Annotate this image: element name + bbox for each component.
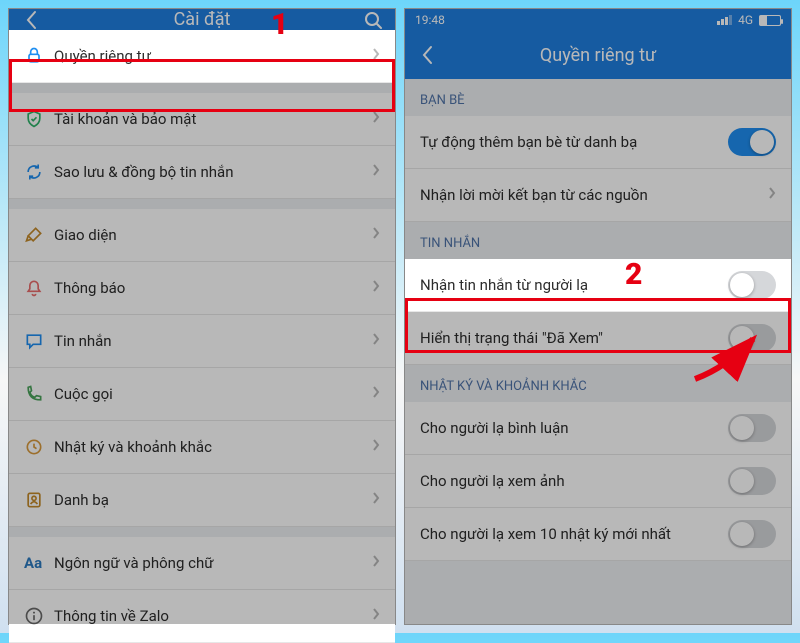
section-title-friends: BẠN BÈ [405, 79, 791, 116]
row-label: Cuộc gọi [54, 385, 372, 403]
settings-row-contacts[interactable]: Danh bạ [9, 474, 395, 527]
row-label: Nhật ký và khoảnh khắc [54, 438, 372, 456]
row-label: Cho người lạ bình luận [420, 419, 728, 437]
privacy-screen: 19:48 4G Quyền riêng tư 2 BẠN BÈTự động … [404, 8, 792, 625]
battery-icon [759, 15, 781, 26]
status-bar: 19:48 4G [405, 9, 791, 31]
brush-icon [24, 225, 54, 245]
row-label: Quyền riêng tư [54, 47, 372, 65]
sync-icon [24, 162, 54, 182]
lock-icon [24, 46, 54, 66]
section-title-messages: TIN NHẮN [405, 222, 791, 259]
privacy-row[interactable]: Cho người lạ xem ảnh [405, 455, 791, 508]
row-label: Giao diện [54, 226, 372, 244]
bell-icon [24, 278, 54, 298]
row-label: Hiển thị trạng thái "Đã Xem" [420, 329, 728, 347]
clock-icon [24, 437, 54, 457]
privacy-body: BẠN BÈ Tự động thêm bạn bè từ danh bạ Nhận… [405, 79, 791, 561]
contacts-icon [24, 490, 54, 510]
row-label: Cho người lạ xem 10 nhật ký mới nhất [420, 525, 728, 543]
settings-screen: Cài đặt 1 Quyền riêng tưTài khoản và bảo… [8, 8, 396, 625]
settings-row-info[interactable]: Thông tin về Zalo [9, 590, 395, 643]
back-button[interactable] [405, 45, 449, 65]
chevron-right-icon [372, 491, 380, 509]
settings-row-brush[interactable]: Giao diện [9, 209, 395, 262]
phone-icon [24, 384, 54, 404]
settings-row-font[interactable]: AaNgôn ngữ và phông chữ [9, 537, 395, 590]
signal-icon [717, 15, 732, 25]
settings-row-phone[interactable]: Cuộc gọi [9, 368, 395, 421]
chevron-right-icon [372, 226, 380, 244]
privacy-row[interactable]: Hiển thị trạng thái "Đã Xem" [405, 312, 791, 365]
chevron-right-icon [372, 279, 380, 297]
font-icon: Aa [24, 554, 54, 572]
privacy-row[interactable]: Tự động thêm bạn bè từ danh bạ [405, 116, 791, 169]
settings-row-shield[interactable]: Tài khoản và bảo mật [9, 93, 395, 146]
status-right: 4G [717, 13, 781, 27]
row-label: Thông báo [54, 279, 372, 297]
row-label: Danh bạ [54, 491, 372, 509]
chevron-left-icon [25, 10, 37, 30]
status-time: 19:48 [415, 13, 445, 27]
privacy-row[interactable]: Cho người lạ bình luận [405, 402, 791, 455]
row-label: Thông tin về Zalo [54, 607, 372, 625]
chevron-right-icon [372, 607, 380, 625]
page-title: Cài đặt [53, 9, 351, 30]
header: Quyền riêng tư [405, 31, 791, 79]
search-button[interactable] [351, 10, 395, 30]
row-label: Ngôn ngữ và phông chữ [54, 554, 372, 572]
chevron-right-icon [372, 385, 380, 403]
row-label: Nhận lời mời kết bạn từ các nguồn [420, 186, 768, 204]
row-label: Cho người lạ xem ảnh [420, 472, 728, 490]
row-label: Tự động thêm bạn bè từ danh bạ [420, 133, 728, 151]
chevron-right-icon [372, 438, 380, 456]
chevron-right-icon [372, 110, 380, 128]
toggle-switch[interactable] [728, 128, 776, 156]
back-button[interactable] [9, 10, 53, 30]
privacy-row[interactable]: Nhận tin nhắn từ người lạ [405, 259, 791, 312]
settings-row-lock[interactable]: Quyền riêng tư [9, 30, 395, 83]
privacy-row[interactable]: Nhận lời mời kết bạn từ các nguồn [405, 169, 791, 222]
network-label: 4G [738, 13, 753, 27]
chevron-left-icon [421, 45, 433, 65]
row-label: Tài khoản và bảo mật [54, 110, 372, 128]
row-label: Nhận tin nhắn từ người lạ [420, 276, 728, 294]
search-icon [363, 10, 383, 30]
section-title-diary: NHẬT KÝ VÀ KHOẢNH KHẮC [405, 365, 791, 402]
shield-icon [24, 109, 54, 129]
toggle-switch[interactable] [728, 467, 776, 495]
settings-row-bell[interactable]: Thông báo [9, 262, 395, 315]
row-label: Sao lưu & đồng bộ tin nhắn [54, 163, 372, 181]
settings-row-clock[interactable]: Nhật ký và khoảnh khắc [9, 421, 395, 474]
settings-list: Quyền riêng tư Tài khoản và bảo mật Sao lư… [9, 30, 395, 643]
chevron-right-icon [372, 47, 380, 65]
chevron-right-icon [372, 332, 380, 350]
toggle-switch[interactable] [728, 414, 776, 442]
chevron-right-icon [372, 554, 380, 572]
toggle-switch[interactable] [728, 520, 776, 548]
settings-row-sync[interactable]: Sao lưu & đồng bộ tin nhắn [9, 146, 395, 199]
toggle-switch[interactable] [728, 271, 776, 299]
toggle-switch[interactable] [728, 324, 776, 352]
privacy-row[interactable]: Cho người lạ xem 10 nhật ký mới nhất [405, 508, 791, 561]
row-label: Tin nhắn [54, 332, 372, 350]
chevron-right-icon [372, 163, 380, 181]
message-icon [24, 331, 54, 351]
page-title: Quyền riêng tư [449, 45, 747, 66]
chevron-right-icon [768, 186, 776, 204]
settings-row-message[interactable]: Tin nhắn [9, 315, 395, 368]
header: Cài đặt [9, 9, 395, 30]
info-icon [24, 606, 54, 626]
